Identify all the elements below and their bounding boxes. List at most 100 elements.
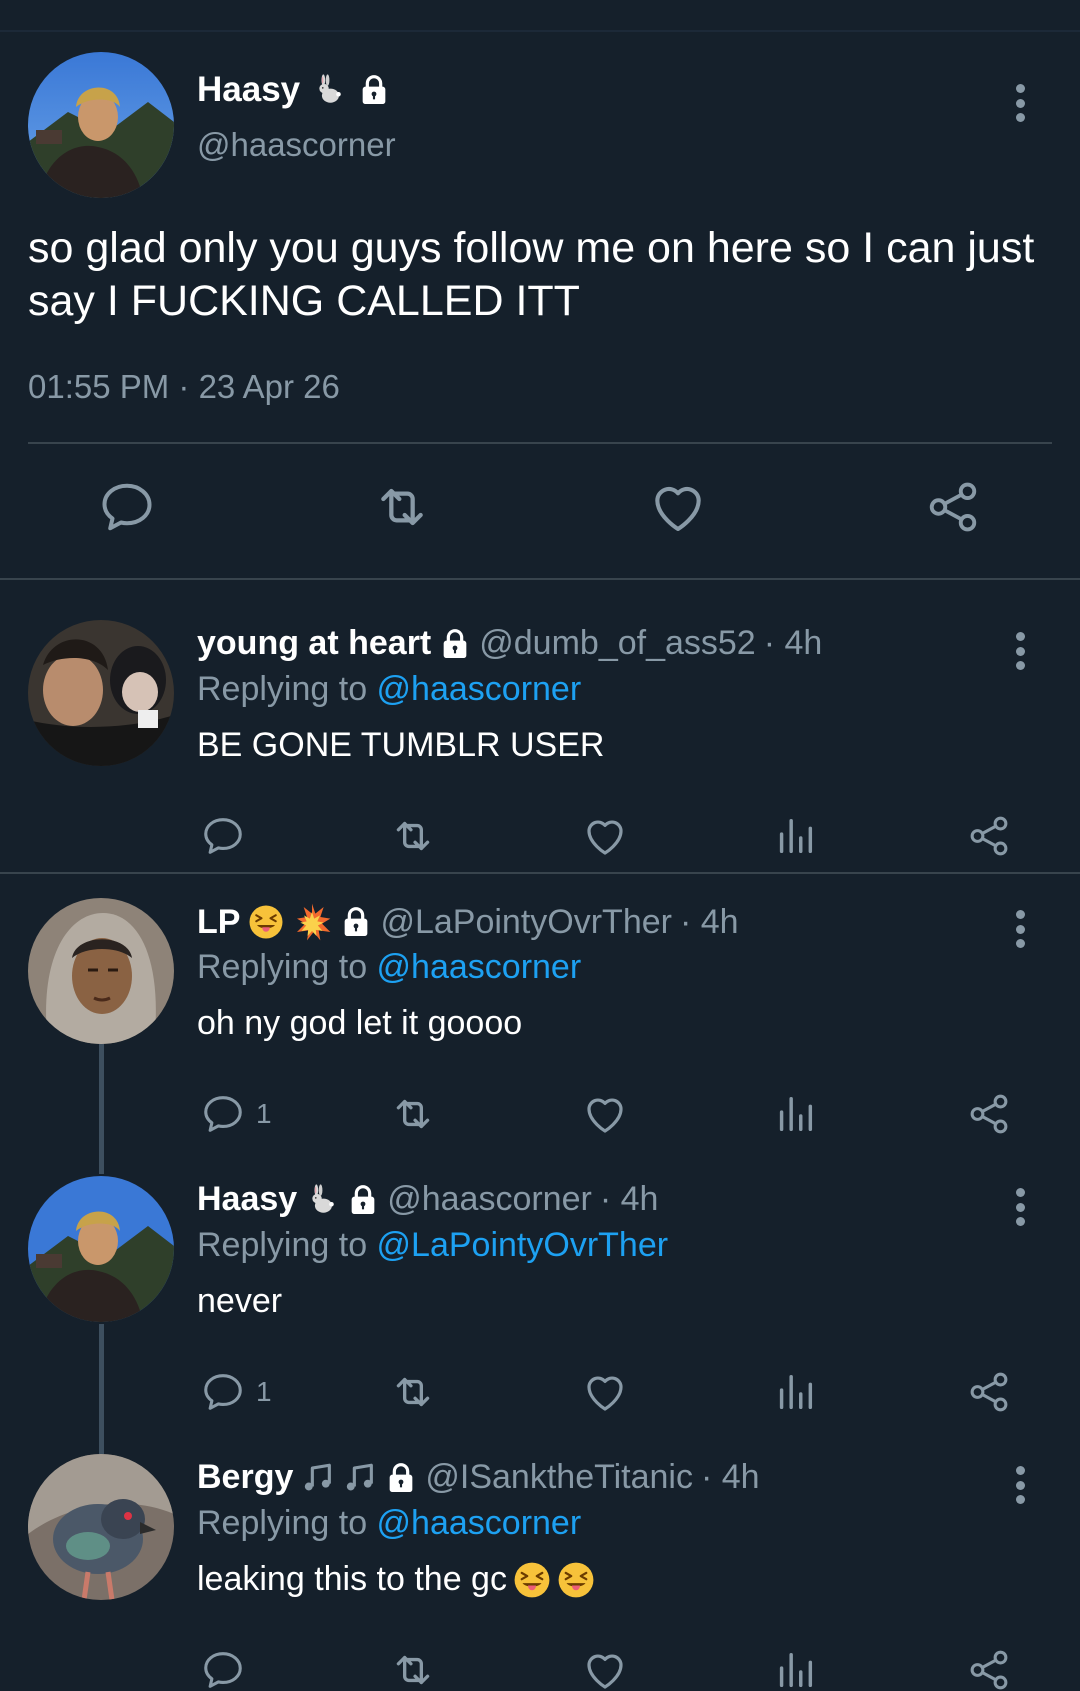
avatar[interactable]: [28, 898, 174, 1044]
replying-to-link[interactable]: @haascorner: [377, 670, 582, 708]
replying-to: Replying to @haascorner: [197, 948, 581, 987]
retweet-icon: [388, 1089, 438, 1139]
more-vertical-icon[interactable]: [1005, 80, 1035, 126]
share-button[interactable]: [966, 1086, 1012, 1142]
retweet-button[interactable]: [388, 1364, 438, 1420]
author-handle[interactable]: @LaPointyOvrTher: [380, 903, 672, 942]
action-bar: 1: [0, 1364, 1080, 1420]
avatar[interactable]: [28, 1454, 174, 1600]
reply-button[interactable]: 1: [200, 1086, 272, 1142]
more-vertical-icon[interactable]: [1005, 906, 1035, 952]
avatar[interactable]: [28, 52, 174, 198]
musical-note-icon: [343, 1461, 377, 1495]
author-handle[interactable]: @haascorner: [197, 126, 396, 164]
reply-button[interactable]: [92, 472, 162, 542]
reply-button[interactable]: 1: [200, 1364, 272, 1420]
like-icon: [581, 812, 629, 860]
reply-text-content: never: [197, 1282, 283, 1320]
reply-button[interactable]: [200, 808, 256, 864]
reply-time: · 4h: [700, 1458, 760, 1496]
reply-header: young at heart @dumb_of_ass52 · 4h: [197, 624, 822, 663]
author-handle[interactable]: @ISanktheTitanic: [425, 1458, 693, 1497]
retweet-button[interactable]: [388, 808, 438, 864]
reply-icon: [200, 1369, 246, 1415]
author-handle[interactable]: @haascorner: [387, 1180, 592, 1219]
share-icon: [966, 1647, 1012, 1691]
lock-icon: [347, 1184, 379, 1216]
like-button[interactable]: [643, 472, 713, 542]
action-bar: 1: [0, 1086, 1080, 1142]
reply-tweet[interactable]: Haasy @haascorner · 4h Replying to @LaPo…: [0, 1156, 1080, 1434]
replying-to: Replying to @haascorner: [197, 1504, 581, 1543]
reply-count: 1: [256, 1098, 272, 1129]
more-vertical-icon[interactable]: [1005, 1184, 1035, 1230]
like-button[interactable]: [581, 1364, 629, 1420]
reply-button[interactable]: [200, 1642, 256, 1691]
reply-text-content: oh ny god let it goooo: [197, 1004, 523, 1042]
author-name[interactable]: young at heart: [197, 624, 431, 663]
replying-to-prefix: Replying to: [197, 1504, 377, 1542]
share-button[interactable]: [966, 1642, 1012, 1691]
lock-icon: [439, 628, 471, 660]
reply-tweet[interactable]: young at heart @dumb_of_ass52 · 4h Reply…: [0, 600, 1080, 872]
like-button[interactable]: [581, 1642, 629, 1691]
avatar[interactable]: [28, 620, 174, 766]
share-icon: [966, 1091, 1012, 1137]
reply-icon: [200, 1647, 246, 1691]
analytics-button[interactable]: [772, 808, 818, 864]
analytics-icon: [772, 813, 818, 859]
action-bar: [0, 1642, 1080, 1691]
reply-header: Bergy @ISanktheTitanic · 4h: [197, 1458, 760, 1497]
more-vertical-icon[interactable]: [1005, 1462, 1035, 1508]
author-name-text: Haasy: [197, 70, 301, 109]
author-handle[interactable]: @dumb_of_ass52: [479, 624, 755, 663]
reply-tweet[interactable]: Bergy @ISanktheTitanic · 4h Replying to …: [0, 1434, 1080, 1691]
collision-emoji: [292, 902, 332, 942]
analytics-icon: [772, 1369, 818, 1415]
reply-icon: [200, 813, 246, 859]
reply-time: · 4h: [679, 902, 739, 941]
rabbit-icon: [305, 1183, 339, 1217]
replying-to-link[interactable]: @LaPointyOvrTher: [377, 1226, 669, 1264]
avatar[interactable]: [28, 1176, 174, 1322]
author-name[interactable]: Haasy: [197, 1180, 297, 1219]
divider: [28, 442, 1052, 444]
retweet-button[interactable]: [367, 472, 437, 542]
reply-tweet[interactable]: LP @LaPointyOvrTher · 4h Replying to @ha…: [0, 878, 1080, 1156]
share-button[interactable]: [966, 1364, 1012, 1420]
author-name[interactable]: Haasy: [197, 70, 390, 110]
retweet-button[interactable]: [388, 1642, 438, 1691]
share-button[interactable]: [918, 472, 988, 542]
tweet-timestamp[interactable]: 01:55 PM · 23 Apr 26: [28, 368, 340, 406]
reply-time: · 4h: [599, 1180, 659, 1218]
like-button[interactable]: [581, 1086, 629, 1142]
squinting-tongue-emoji: [248, 904, 284, 940]
like-button[interactable]: [581, 808, 629, 864]
analytics-button[interactable]: [772, 1364, 818, 1420]
lock-icon: [385, 1462, 417, 1494]
reply-header: LP @LaPointyOvrTher · 4h: [197, 902, 739, 942]
squinting-tongue-emoji: [557, 1561, 595, 1599]
reply-text: never: [197, 1282, 282, 1321]
replying-to-link[interactable]: @haascorner: [377, 1504, 582, 1542]
like-icon: [581, 1646, 629, 1691]
replying-to: Replying to @haascorner: [197, 670, 581, 709]
more-vertical-icon[interactable]: [1005, 628, 1035, 674]
lock-icon: [340, 906, 372, 938]
retweet-button[interactable]: [388, 1086, 438, 1142]
author-name[interactable]: Bergy: [197, 1458, 293, 1497]
analytics-button[interactable]: [772, 1086, 818, 1142]
like-icon: [647, 476, 709, 538]
divider: [0, 872, 1080, 874]
reply-text: oh ny god let it goooo: [197, 1004, 522, 1043]
share-button[interactable]: [966, 808, 1012, 864]
analytics-button[interactable]: [772, 1642, 818, 1691]
musical-note-icon: [301, 1461, 335, 1495]
like-icon: [581, 1368, 629, 1416]
retweet-icon: [388, 1367, 438, 1417]
tweet-text: so glad only you guys follow me on here …: [28, 224, 1035, 325]
like-icon: [581, 1090, 629, 1138]
replying-to-link[interactable]: @haascorner: [377, 948, 582, 986]
reply-text: BE GONE TUMBLR USER: [197, 726, 604, 765]
author-name[interactable]: LP: [197, 903, 240, 942]
